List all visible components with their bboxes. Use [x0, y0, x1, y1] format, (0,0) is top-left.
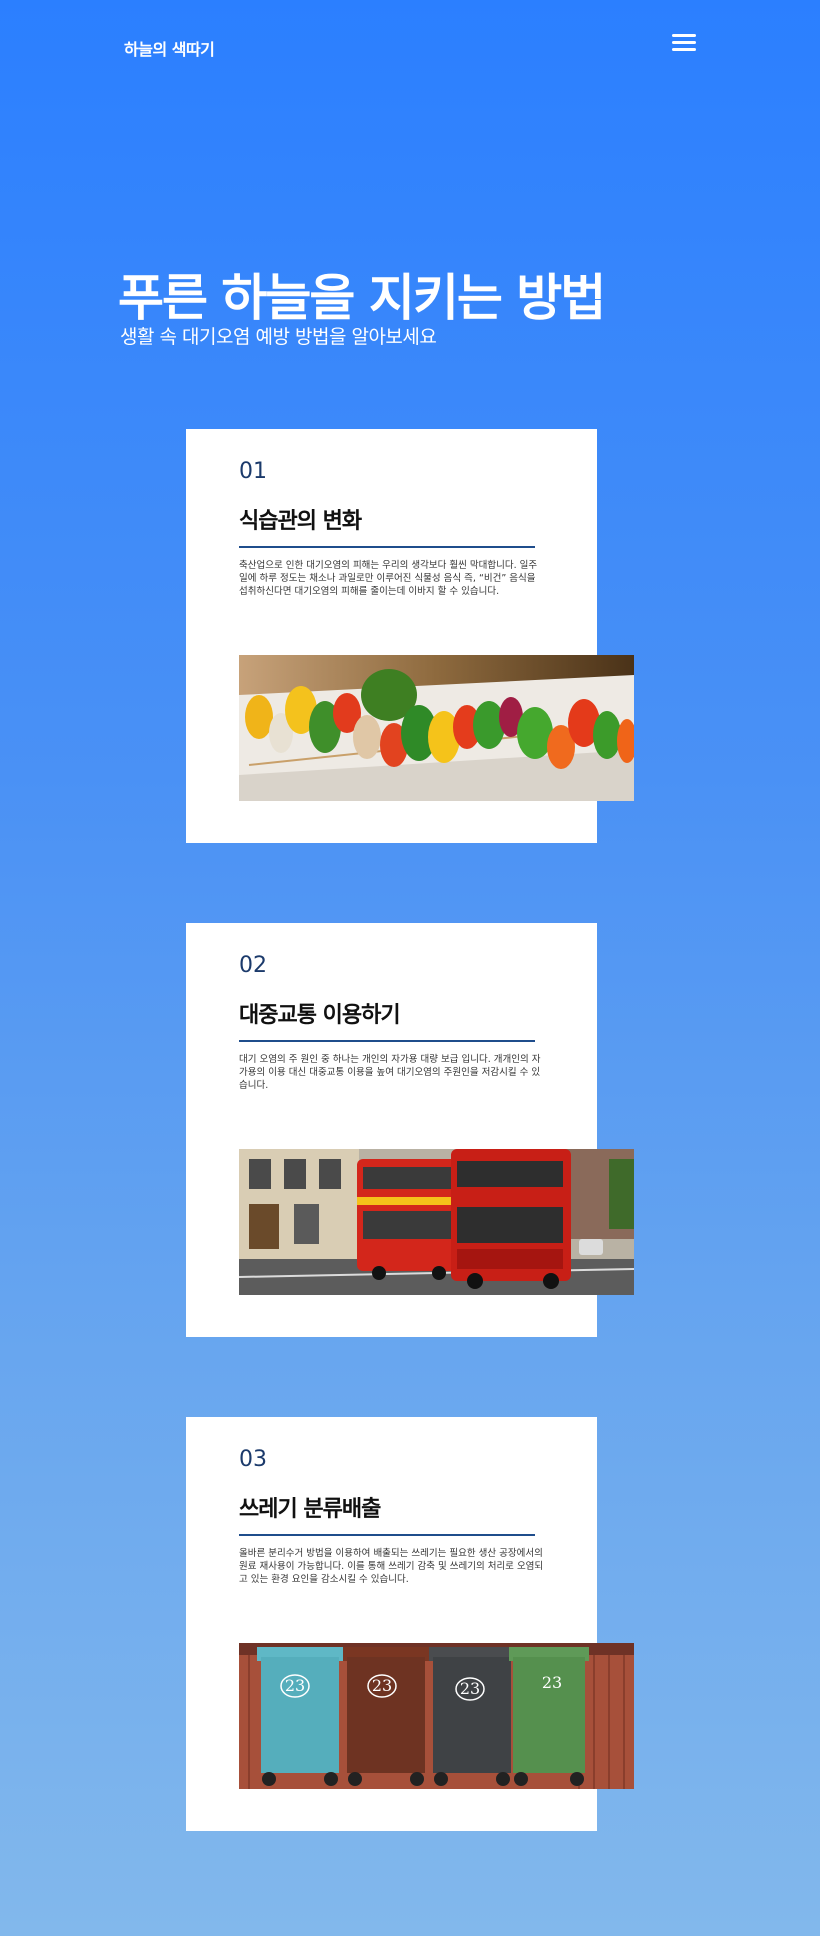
card-description: 축산업으로 인한 대기오염의 피해는 우리의 생각보다 훨씬 막대합니다. 일주…: [239, 560, 538, 597]
hamburger-menu-icon[interactable]: [672, 34, 696, 52]
tip-card-diet: 01 식습관의 변화 축산업으로 인한 대기오염의 피해는 우리의 생각보다 훨…: [186, 429, 634, 843]
tip-card-transit: 02 대중교통 이용하기 대기 오염의 주 원인 중 하나는 개인의 자가용 대…: [186, 923, 634, 1337]
tip-card-recycling: 03 쓰레기 분류배출 올바른 분리수거 방법을 이용하여 배출되는 쓰레기는 …: [186, 1417, 634, 1831]
card-number: 02: [239, 953, 267, 978]
bin-number-label: 23: [372, 1676, 392, 1695]
card-description: 대기 오염의 주 원인 중 하나는 개인의 자가용 대량 보급 입니다. 개개인…: [239, 1054, 541, 1091]
card-number: 01: [239, 459, 267, 484]
hero-title: 푸른 하늘을 지키는 방법: [118, 269, 606, 327]
red-double-decker-buses-photo: [239, 1149, 634, 1295]
card-divider: [239, 546, 535, 548]
menu-line: [672, 41, 696, 44]
bin-number-label: 23: [542, 1673, 562, 1692]
bin-number-label: 23: [285, 1676, 305, 1695]
card-divider: [239, 1534, 535, 1536]
card-title: 쓰레기 분류배출: [239, 1497, 381, 1522]
menu-line: [672, 48, 696, 51]
card-title: 대중교통 이용하기: [239, 1003, 401, 1028]
hero-subtitle: 생활 속 대기오염 예방 방법을 알아보세요: [120, 326, 437, 348]
brand-logo-text[interactable]: 하늘의 색따기: [124, 36, 215, 60]
card-number: 03: [239, 1447, 267, 1472]
card-title: 식습관의 변화: [239, 509, 362, 534]
recycling-bins-photo: 23 23 23 23: [239, 1643, 634, 1789]
top-navigation-bar: 하늘의 색따기: [0, 0, 820, 90]
vegetable-skewers-photo: [239, 655, 634, 801]
menu-line: [672, 34, 696, 37]
card-divider: [239, 1040, 535, 1042]
bin-number-label: 23: [460, 1679, 480, 1698]
card-description: 올바른 분리수거 방법을 이용하여 배출되는 쓰레기는 필요한 생산 공장에서의…: [239, 1548, 544, 1585]
